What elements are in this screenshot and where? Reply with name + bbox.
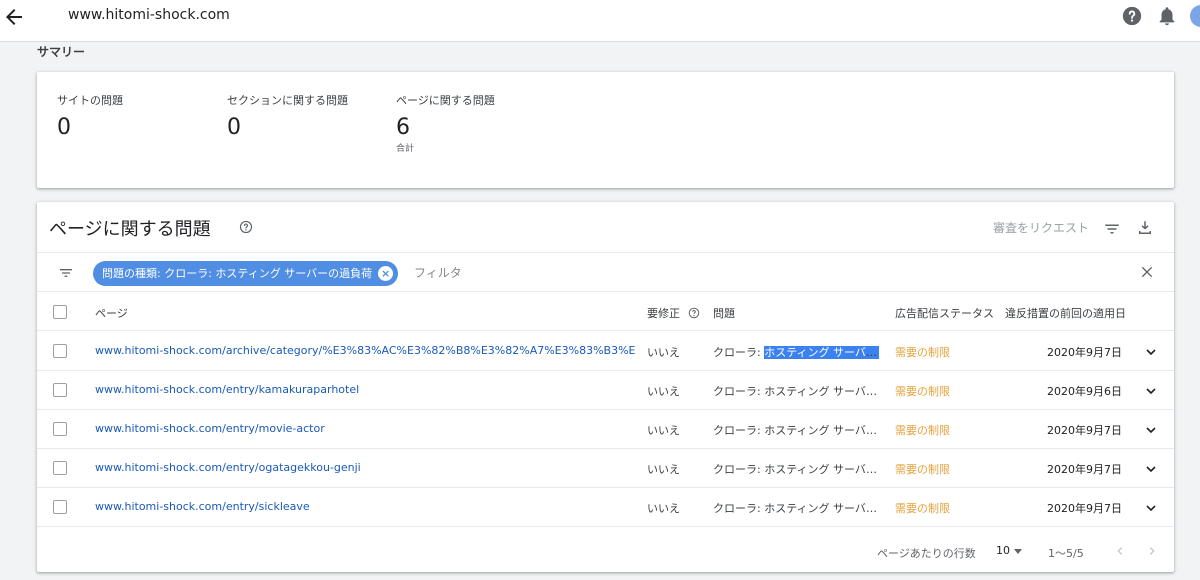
stat-label: セクションに関する問題 [227,94,348,107]
table-row[interactable]: www.hitomi-shock.com/archive/category/%E… [37,332,1174,371]
table-row[interactable]: www.hitomi-shock.com/entry/movie-actor い… [37,410,1174,449]
page-issues-card: ページに関する問題 審査をリクエスト 問題の種類: クローラ: ホスティング サ… [37,202,1174,572]
table-row[interactable]: www.hitomi-shock.com/entry/sickleave いいえ… [37,488,1174,527]
stat-site-issues: サイトの問題 0 [57,92,123,141]
issue-prefix: クローラ: [713,502,765,515]
chevron-down-icon[interactable] [1143,344,1159,360]
help-outline-icon[interactable] [239,220,253,234]
issue-detail: ホスティング サーバー… [764,502,879,515]
chevron-down-icon[interactable] [1143,422,1159,438]
caret-down-icon [1014,549,1022,554]
table-row[interactable]: www.hitomi-shock.com/entry/ogatagekkou-g… [37,449,1174,488]
column-header-issue[interactable]: 問題 [713,305,735,321]
filter-chip[interactable]: 問題の種類: クローラ: ホスティング サーバーの過負荷 × [93,261,399,286]
column-header-ad-status[interactable]: 広告配信ステータス [895,305,994,321]
avatar[interactable] [1190,5,1200,27]
chevron-left-icon[interactable] [1113,544,1127,558]
chevron-right-icon[interactable] [1145,544,1159,558]
issue-detail: ホスティング サーバー… [764,385,879,398]
page-url-link[interactable]: www.hitomi-shock.com/entry/kamakuraparho… [95,383,635,396]
row-checkbox[interactable] [53,422,67,436]
needs-fix-value: いいえ [647,502,680,515]
ad-status-value: 需要の制限 [895,502,950,515]
enforced-date: 2020年9月7日 [1047,346,1122,359]
table-header: ページ 要修正 問題 広告配信ステータス 違反措置の前回の適用日 [37,293,1174,331]
request-review-button[interactable]: 審査をリクエスト [993,219,1089,236]
pagination-bar: ページあたりの行数 10 1〜5/5 [37,534,1174,570]
issue-prefix: クローラ: [713,385,765,398]
enforced-date: 2020年9月7日 [1047,502,1122,515]
arrow-back-icon[interactable] [2,5,26,29]
download-icon[interactable] [1136,219,1154,237]
bell-icon[interactable] [1156,5,1178,27]
filter-chip-label: 問題の種類: クローラ: ホスティング サーバーの過負荷 [102,267,373,280]
issue-text: クローラ: ホスティング サーバー… [713,461,879,477]
rows-per-page-value: 10 [996,544,1010,557]
filter-bar: 問題の種類: クローラ: ホスティング サーバーの過負荷 × フィルタ [37,252,1174,292]
needs-fix-value: いいえ [647,385,680,398]
stat-section-issues: セクションに関する問題 0 [227,92,348,141]
issue-prefix: クローラ: [713,424,765,437]
page-url-link[interactable]: www.hitomi-shock.com/entry/ogatagekkou-g… [95,461,635,474]
ad-status-value: 需要の制限 [895,346,950,359]
ad-status-value: 需要の制限 [895,424,950,437]
column-header-needs-fix[interactable]: 要修正 [647,305,700,321]
stat-page-issues: ページに関する問題 6 合計 [396,92,495,154]
row-checkbox[interactable] [53,461,67,475]
chevron-down-icon[interactable] [1143,383,1159,399]
filter-list-icon[interactable] [57,265,75,281]
stat-label: ページに関する問題 [396,94,495,107]
card-title: ページに関する問題 [49,219,211,240]
help-outline-icon[interactable] [688,307,700,319]
issue-text: クローラ: ホスティング サーバー… [713,344,879,360]
issue-text: クローラ: ホスティング サーバー… [713,383,879,399]
close-icon[interactable] [1139,264,1155,280]
top-bar: www.hitomi-shock.com [0,0,1200,42]
ad-status-value: 需要の制限 [895,385,950,398]
close-icon[interactable]: × [378,266,394,281]
needs-fix-value: いいえ [647,424,680,437]
summary-card: サイトの問題 0 セクションに関する問題 0 ページに関する問題 6 合計 [37,72,1174,188]
row-checkbox[interactable] [53,383,67,397]
page-url-link[interactable]: www.hitomi-shock.com/entry/movie-actor [95,422,635,435]
needs-fix-value: いいえ [647,463,680,476]
row-checkbox[interactable] [53,500,67,514]
rows-per-page-label: ページあたりの行数 [877,547,976,560]
stat-label: サイトの問題 [57,94,123,107]
issue-detail: ホスティング サーバー… [764,346,879,359]
stat-value: 0 [57,115,71,140]
enforced-date: 2020年9月7日 [1047,424,1122,437]
stat-sublabel: 合計 [396,144,415,154]
chevron-down-icon[interactable] [1143,500,1159,516]
chevron-down-icon[interactable] [1143,461,1159,477]
summary-heading: サマリー [37,45,86,59]
filter-list-icon[interactable] [1103,220,1121,238]
filter-input[interactable]: フィルタ [414,264,462,281]
issue-text: クローラ: ホスティング サーバー… [713,422,879,438]
page-url-link[interactable]: www.hitomi-shock.com/archive/category/%E… [95,344,635,357]
rows-per-page-select[interactable]: 10 [996,544,1026,557]
page-range: 1〜5/5 [1048,547,1084,560]
ad-status-value: 需要の制限 [895,463,950,476]
stat-value: 0 [227,115,241,140]
column-header-label: 要修正 [647,307,680,320]
issue-detail: ホスティング サーバー… [764,463,879,476]
page-url-link[interactable]: www.hitomi-shock.com/entry/sickleave [95,500,635,513]
issue-prefix: クローラ: [713,346,765,359]
select-all-checkbox[interactable] [53,305,67,319]
enforced-date: 2020年9月6日 [1047,385,1122,398]
row-checkbox[interactable] [53,344,67,358]
issue-prefix: クローラ: [713,463,765,476]
enforced-date: 2020年9月7日 [1047,463,1122,476]
column-header-page[interactable]: ページ [95,305,128,321]
needs-fix-value: いいえ [647,346,680,359]
issue-detail: ホスティング サーバー… [764,424,879,437]
issue-text: クローラ: ホスティング サーバー… [713,500,879,516]
column-header-last-enforced[interactable]: 違反措置の前回の適用日 [1005,305,1126,321]
stat-value: 6 [396,115,410,140]
site-url: www.hitomi-shock.com [68,7,230,23]
table-row[interactable]: www.hitomi-shock.com/entry/kamakuraparho… [37,371,1174,410]
help-icon[interactable] [1121,5,1143,27]
